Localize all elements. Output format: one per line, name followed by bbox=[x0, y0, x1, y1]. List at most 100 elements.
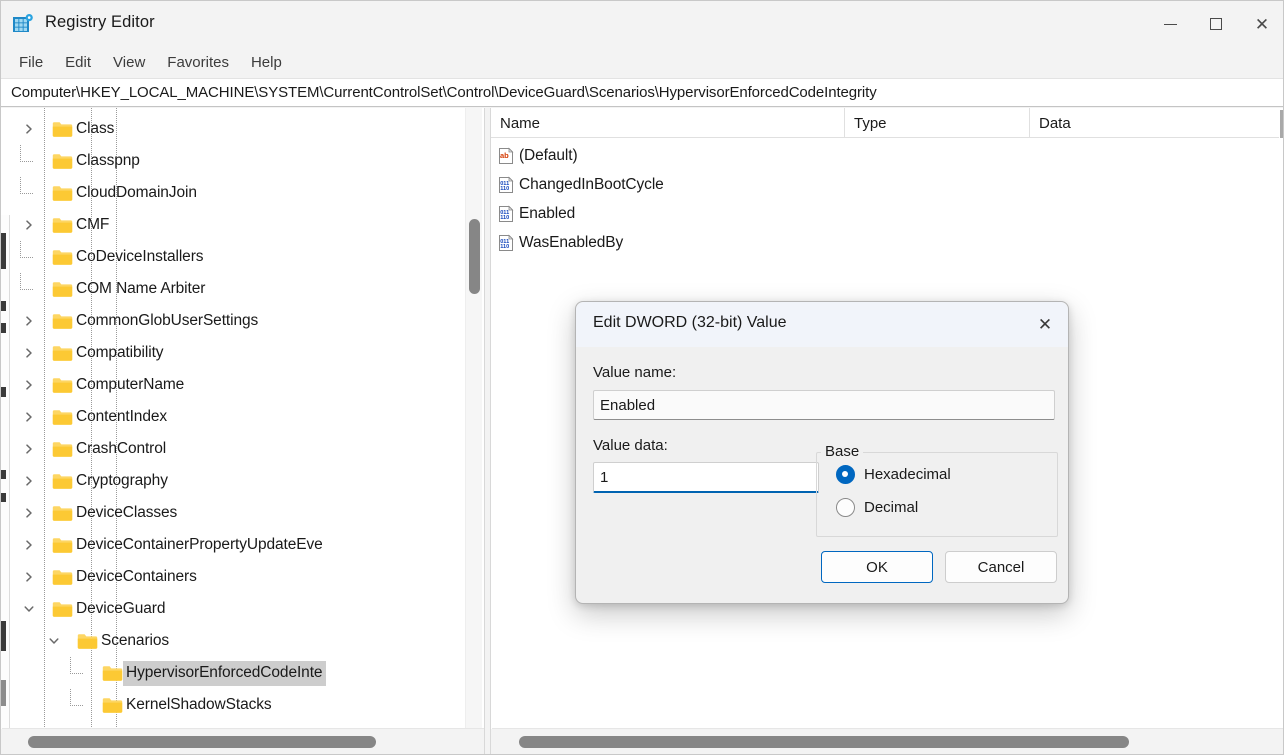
tree-item[interactable]: ContentIndex bbox=[10, 401, 465, 433]
chevron-right-icon[interactable] bbox=[20, 568, 38, 586]
tree-item[interactable]: Class bbox=[10, 113, 465, 145]
maximize-button[interactable] bbox=[1193, 1, 1239, 47]
tree-guide-stub bbox=[20, 273, 21, 290]
edit-dword-dialog: Edit DWORD (32-bit) Value ✕ Value name: … bbox=[575, 301, 1069, 604]
chevron-right-icon[interactable] bbox=[20, 312, 38, 330]
chevron-right-icon[interactable] bbox=[20, 120, 38, 138]
menu-help[interactable]: Help bbox=[241, 51, 292, 74]
tree-item[interactable]: DeviceContainerPropertyUpdateEve bbox=[10, 529, 465, 561]
chevron-right-icon[interactable] bbox=[20, 504, 38, 522]
tree-item-label: Cryptography bbox=[76, 471, 168, 489]
chevron-right-icon[interactable] bbox=[20, 472, 38, 490]
tree-item[interactable]: DeviceContainers bbox=[10, 561, 465, 593]
tree-item-label: CMF bbox=[76, 215, 110, 233]
tree-item[interactable]: Scenarios bbox=[10, 625, 465, 657]
chevron-right-icon[interactable] bbox=[20, 408, 38, 426]
tree-item[interactable]: CrashControl bbox=[10, 433, 465, 465]
menu-favorites[interactable]: Favorites bbox=[157, 51, 239, 74]
chevron-down-icon[interactable] bbox=[20, 600, 38, 618]
tree-horizontal-scrollbar[interactable] bbox=[2, 728, 484, 754]
tree-guide-elbow bbox=[70, 673, 83, 674]
chevron-right-icon[interactable] bbox=[20, 344, 38, 362]
folder-icon bbox=[52, 569, 73, 586]
address-bar[interactable]: Computer\HKEY_LOCAL_MACHINE\SYSTEM\Curre… bbox=[1, 78, 1283, 107]
listview-vertical-scrollbar[interactable] bbox=[1279, 108, 1283, 729]
tree-item[interactable]: Classpnp bbox=[10, 145, 465, 177]
listview-hscroll-thumb[interactable] bbox=[519, 736, 1129, 748]
tree-item-label: CoDeviceInstallers bbox=[76, 247, 204, 265]
chevron-right-icon[interactable] bbox=[20, 536, 38, 554]
tree-vertical-scrollbar[interactable] bbox=[465, 108, 482, 729]
tree-item[interactable]: KernelShadowStacks bbox=[10, 689, 465, 721]
value-name-input[interactable] bbox=[593, 390, 1055, 420]
tree-guide-stub bbox=[20, 177, 21, 194]
registry-value-row[interactable]: 011110WasEnabledByREG_DWORD0x00000002 (2… bbox=[491, 228, 1283, 257]
tree-item-label: CrashControl bbox=[76, 439, 167, 457]
tree-item-label: CloudDomainJoin bbox=[76, 183, 197, 201]
registry-value-row[interactable]: 011110ChangedInBootCycleREG_QWORD0x1d843… bbox=[491, 170, 1283, 199]
tree-item[interactable]: COM Name Arbiter bbox=[10, 273, 465, 305]
tree-item[interactable]: CMF bbox=[10, 209, 465, 241]
tree-item[interactable]: ComputerName bbox=[10, 369, 465, 401]
cancel-button[interactable]: Cancel bbox=[945, 551, 1057, 583]
folder-icon bbox=[52, 281, 73, 298]
tree-item-label: Classpnp bbox=[76, 151, 140, 169]
registry-path: Computer\HKEY_LOCAL_MACHINE\SYSTEM\Curre… bbox=[11, 84, 877, 101]
tree-item-label: CommonGlobUserSettings bbox=[76, 311, 259, 329]
close-button[interactable]: ✕ bbox=[1239, 1, 1283, 47]
menu-file[interactable]: File bbox=[9, 51, 53, 74]
tree-item-label: Scenarios bbox=[101, 631, 170, 649]
tree-item[interactable]: CloudDomainJoin bbox=[10, 177, 465, 209]
listview-scroll-thumb[interactable] bbox=[1280, 110, 1283, 138]
registry-value-row[interactable]: 011110EnabledREG_DWORD0x00000000 (0) bbox=[491, 199, 1283, 228]
chevron-right-icon[interactable] bbox=[20, 376, 38, 394]
menu-edit[interactable]: Edit bbox=[55, 51, 101, 74]
tree-item[interactable]: DeviceClasses bbox=[10, 497, 465, 529]
tree-left-edge-scrollbar[interactable] bbox=[1, 215, 10, 729]
minimize-button[interactable] bbox=[1147, 1, 1193, 47]
svg-text:110: 110 bbox=[500, 186, 509, 192]
ok-button[interactable]: OK bbox=[821, 551, 933, 583]
chevron-right-icon[interactable] bbox=[20, 440, 38, 458]
dialog-close-button[interactable]: ✕ bbox=[1022, 302, 1068, 347]
column-header-type[interactable]: Type bbox=[844, 108, 1029, 138]
value-name: (Default) bbox=[519, 146, 578, 164]
column-header-data[interactable]: Data bbox=[1029, 108, 1283, 138]
tree-left-edge-tick bbox=[1, 301, 6, 311]
tree-scroll-thumb[interactable] bbox=[469, 219, 480, 294]
value-data-input[interactable] bbox=[593, 462, 819, 493]
tree-left-edge-tick bbox=[1, 470, 6, 479]
column-header-name[interactable]: Name bbox=[491, 108, 844, 138]
tree-item[interactable]: CoDeviceInstallers bbox=[10, 241, 465, 273]
chevron-down-icon[interactable] bbox=[45, 632, 63, 650]
tree-item-label: COM Name Arbiter bbox=[76, 279, 206, 297]
folder-icon bbox=[52, 473, 73, 490]
radio-hexadecimal[interactable]: Hexadecimal bbox=[836, 465, 951, 484]
tree-item[interactable]: DeviceGuard bbox=[10, 593, 465, 625]
value-name: WasEnabledBy bbox=[519, 233, 624, 251]
tree-item[interactable]: Cryptography bbox=[10, 465, 465, 497]
pane-splitter[interactable] bbox=[484, 108, 491, 754]
radio-hexadecimal-indicator[interactable] bbox=[836, 465, 855, 484]
chevron-right-icon[interactable] bbox=[20, 216, 38, 234]
tree-item[interactable]: CommonGlobUserSettings bbox=[10, 305, 465, 337]
tree-guide-stub bbox=[70, 689, 71, 706]
listview-horizontal-scrollbar[interactable] bbox=[492, 728, 1283, 754]
dialog-title: Edit DWORD (32-bit) Value bbox=[593, 314, 787, 331]
tree-left-edge-thumb[interactable] bbox=[1, 233, 6, 269]
tree-hscroll-thumb[interactable] bbox=[28, 736, 376, 748]
registry-value-row[interactable]: ab(Default)REG_SZ(value not set) bbox=[491, 141, 1283, 170]
tree-item-label: HypervisorEnforcedCodeInte bbox=[123, 660, 327, 686]
tree-guide-elbow bbox=[20, 257, 33, 258]
radio-decimal[interactable]: Decimal bbox=[836, 498, 918, 517]
binary-value-icon: 011 110 bbox=[497, 234, 515, 252]
tree-item[interactable]: Compatibility bbox=[10, 337, 465, 369]
listview-header: Name Type Data bbox=[491, 108, 1283, 138]
menu-view[interactable]: View bbox=[103, 51, 155, 74]
tree-left-edge-tick bbox=[1, 680, 6, 706]
tree-item-selected[interactable]: HypervisorEnforcedCodeInte bbox=[10, 657, 465, 689]
radio-decimal-indicator[interactable] bbox=[836, 498, 855, 517]
registry-editor-icon bbox=[11, 12, 35, 36]
base-legend: Base bbox=[821, 443, 864, 460]
tree-guide-stub bbox=[20, 241, 21, 258]
